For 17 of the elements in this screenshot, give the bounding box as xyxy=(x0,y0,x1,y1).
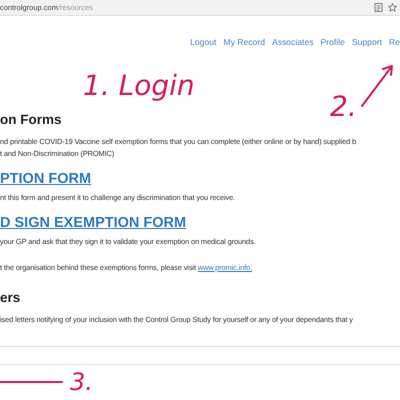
nav-link[interactable]: Support xyxy=(352,37,382,47)
reader-icon[interactable] xyxy=(374,3,383,12)
nav-link[interactable]: Associates xyxy=(272,37,314,47)
section-heading: ers xyxy=(0,290,22,306)
handwritten-note: 3. xyxy=(70,370,93,394)
handwritten-note: 2. xyxy=(330,93,357,121)
nav-link[interactable]: Profile xyxy=(320,37,345,47)
form-link[interactable]: D SIGN EXEMPTION FORM xyxy=(0,214,400,232)
handwritten-note: 1. Login xyxy=(83,72,195,100)
nav-link[interactable]: My Record xyxy=(223,37,265,47)
pen-stroke xyxy=(0,380,64,384)
form-link[interactable]: PTION FORM xyxy=(0,170,400,188)
nav-link[interactable]: Re xyxy=(389,37,400,47)
star-icon[interactable] xyxy=(388,3,397,12)
section-heading: on Forms xyxy=(0,112,63,128)
arrow-drawing xyxy=(360,62,396,108)
nav-link[interactable]: Logout xyxy=(190,37,216,47)
